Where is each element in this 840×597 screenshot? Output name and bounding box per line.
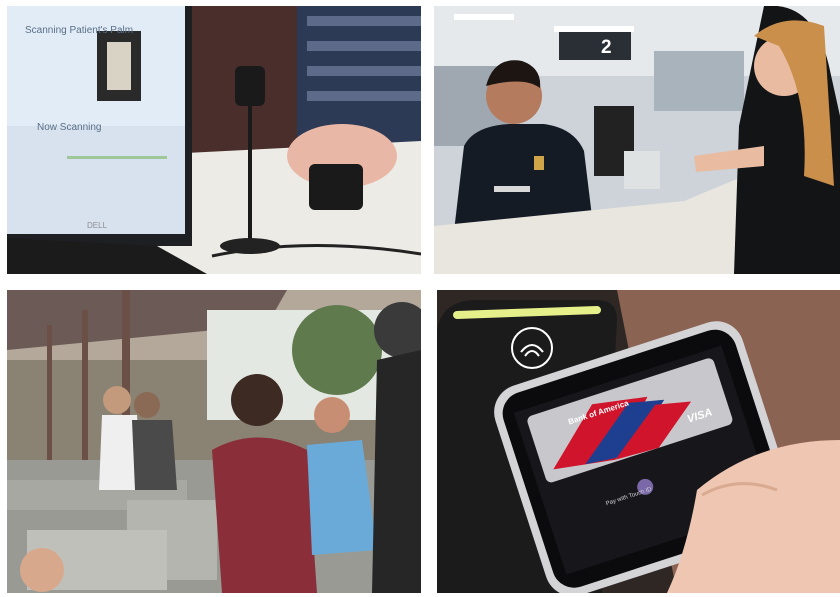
photo-palm-scanner: Scanning Patient's Palm Now Scanning DEL… [7,6,421,274]
photo-collage: Scanning Patient's Palm Now Scanning DEL… [0,0,840,597]
screen-title-text: Scanning Patient's Palm [25,25,134,36]
photo-airport-checkpoint: 2 [434,6,840,274]
turnstile-queue-scene [7,290,421,593]
mobile-payment-scene [437,290,840,593]
palm-scanner-scene [7,6,421,274]
photo-turnstile-queue [7,290,421,593]
monitor-brand-logo: DELL [87,221,108,230]
screen-status-text: Now Scanning [37,122,102,133]
photo-mobile-payment: Bank of America VISA Pay with Touch ID [437,290,840,593]
airport-checkpoint-scene [434,6,840,274]
gate-number-sign: 2 [601,37,612,58]
